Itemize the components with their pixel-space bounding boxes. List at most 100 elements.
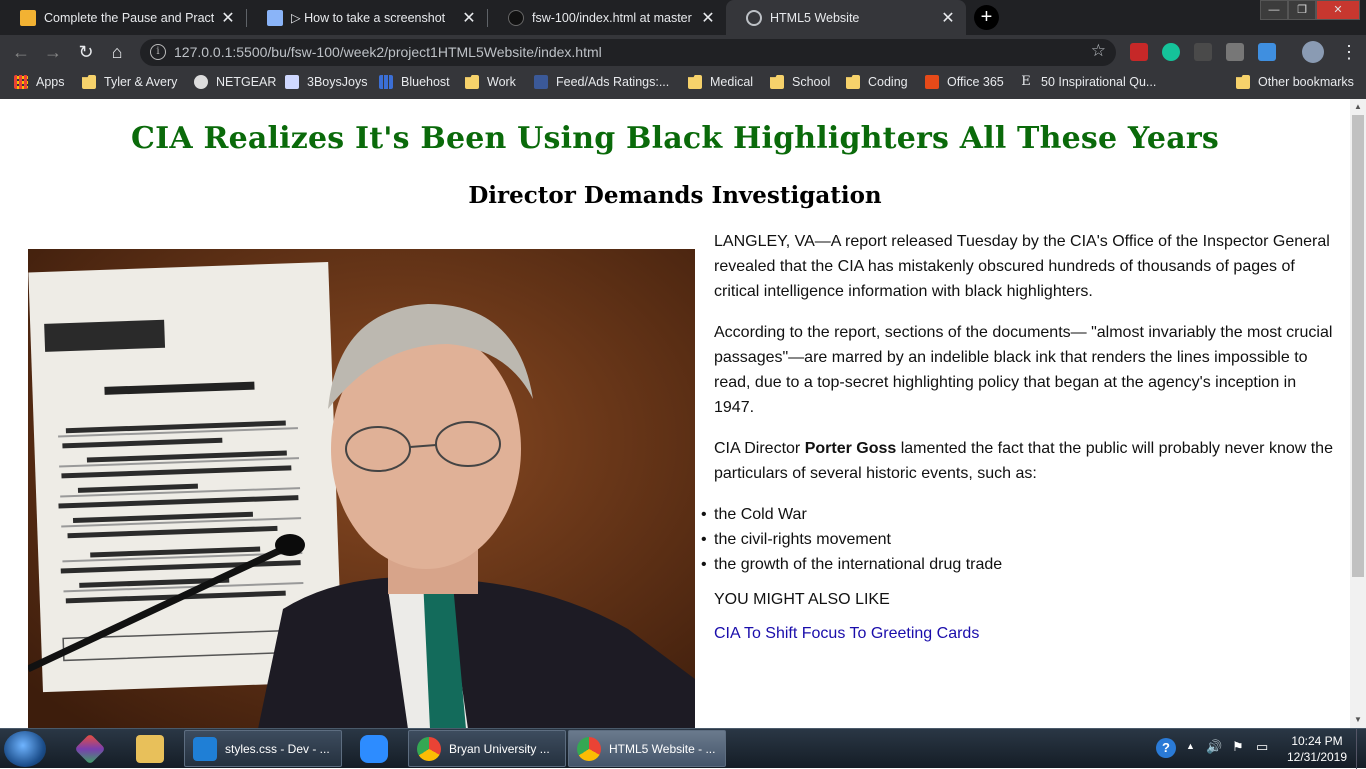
- action-center-flag-icon[interactable]: ⚑: [1232, 739, 1244, 755]
- bookmark-label: NETGEAR: [216, 75, 277, 89]
- menu-kebab-icon[interactable]: ⋮: [1340, 43, 1358, 61]
- tab-favicon-icon: [20, 9, 36, 26]
- tab-pause-practice[interactable]: Complete the Pause and Practice ✕: [0, 0, 246, 35]
- bookmark-tyler-avery[interactable]: Tyler & Avery: [82, 75, 177, 89]
- profile-avatar[interactable]: [1302, 41, 1324, 63]
- clock-date: 12/31/2019: [1286, 750, 1348, 764]
- bookmark-inspirational[interactable]: E 50 Inspirational Qu...: [1019, 74, 1156, 90]
- extension-grammarly-icon[interactable]: [1162, 43, 1180, 61]
- tab-title: ▷ How to take a screenshot: [291, 11, 446, 25]
- site-icon: [285, 75, 299, 89]
- list-item: the Cold War: [701, 502, 1340, 527]
- tab-strip: Complete the Pause and Practice ✕ ▷ How …: [0, 0, 1366, 35]
- browser-toolbar: ← → ↻ ⌂ i 127.0.0.1:5500/bu/fsw-100/week…: [0, 35, 1366, 69]
- extension-k-icon[interactable]: [1226, 43, 1244, 61]
- bookmark-apps[interactable]: Apps: [14, 75, 65, 89]
- facebook-icon: [534, 75, 548, 89]
- article-paragraph-3: CIA Director Porter Goss lamented the fa…: [714, 436, 1340, 486]
- bookmark-other[interactable]: Other bookmarks: [1236, 75, 1354, 89]
- help-icon[interactable]: ?: [1156, 738, 1176, 758]
- bookmark-bluehost[interactable]: Bluehost: [379, 75, 450, 89]
- article-body: LANGLEY, VA—A report released Tuesday by…: [701, 229, 1340, 646]
- minimize-button[interactable]: —: [1260, 0, 1288, 20]
- taskbar-task-chrome-bryan[interactable]: Bryan University ...: [408, 730, 566, 767]
- chrome-icon: [577, 736, 601, 761]
- bookmark-label: Office 365: [947, 75, 1004, 89]
- maximize-button[interactable]: ❐: [1288, 0, 1316, 20]
- volume-icon[interactable]: 🔊: [1206, 739, 1222, 755]
- extension-cloud-icon[interactable]: [1258, 43, 1276, 61]
- site-info-icon[interactable]: i: [150, 44, 166, 60]
- bookmark-3boysjoys[interactable]: 3BoysJoys: [285, 75, 367, 89]
- close-icon[interactable]: ✕: [461, 8, 477, 28]
- director-name: Porter Goss: [804, 440, 897, 457]
- scrollbar-thumb[interactable]: [1352, 115, 1364, 577]
- close-icon[interactable]: ✕: [220, 8, 236, 28]
- article-subhead: Director Demands Investigation: [468, 182, 882, 209]
- bookmark-work[interactable]: Work: [465, 75, 516, 89]
- bookmark-coding[interactable]: Coding: [846, 75, 908, 89]
- system-clock[interactable]: 10:24 PM 12/31/2019: [1284, 733, 1350, 765]
- folder-icon: [136, 735, 164, 763]
- show-desktop-button[interactable]: [1356, 729, 1366, 769]
- tab-screenshot[interactable]: ▷ How to take a screenshot ✕: [247, 0, 487, 35]
- network-icon[interactable]: ▭: [1256, 739, 1268, 755]
- close-icon[interactable]: ✕: [700, 8, 716, 28]
- start-button[interactable]: [4, 731, 46, 767]
- bookmark-star-icon[interactable]: ☆: [1091, 41, 1106, 61]
- zoom-icon: [360, 735, 388, 763]
- bookmark-label: Work: [487, 75, 516, 89]
- globe-icon: [194, 75, 208, 89]
- address-bar[interactable]: i 127.0.0.1:5500/bu/fsw-100/week2/projec…: [140, 39, 1116, 66]
- also-like-heading: YOU MIGHT ALSO LIKE: [714, 591, 890, 608]
- bookmark-feed-ads[interactable]: Feed/Ads Ratings:...: [534, 75, 669, 89]
- list-item: the growth of the international drug tra…: [701, 552, 1340, 577]
- bookmark-label: Apps: [36, 75, 65, 89]
- back-button[interactable]: ←: [10, 41, 32, 63]
- folder-icon: [1236, 75, 1250, 89]
- scroll-up-arrow-icon[interactable]: ▲: [1350, 99, 1366, 115]
- extension-w-icon[interactable]: [1194, 43, 1212, 61]
- article-photo: [28, 249, 695, 728]
- reload-button[interactable]: ↻: [75, 41, 97, 63]
- office-icon: [925, 75, 939, 89]
- tab-html5-website[interactable]: HTML5 Website ✕: [726, 0, 966, 35]
- bookmark-label: Other bookmarks: [1258, 75, 1354, 89]
- taskbar-task-vscode[interactable]: styles.css - Dev - ...: [184, 730, 342, 767]
- window-close-button[interactable]: ✕: [1316, 0, 1360, 20]
- tab-github[interactable]: fsw-100/index.html at master · sl ✕: [488, 0, 726, 35]
- bookmark-label: Coding: [868, 75, 908, 89]
- tab-title: Complete the Pause and Practice: [44, 10, 214, 25]
- apps-grid-icon: [14, 75, 28, 89]
- folder-icon: [465, 75, 479, 89]
- tray-expand-icon[interactable]: ▲: [1186, 741, 1195, 751]
- folder-icon: [82, 75, 96, 89]
- taskbar-pin-zoom[interactable]: [346, 731, 402, 767]
- taskbar-pin-git[interactable]: [62, 731, 118, 767]
- article-paragraph-1: LANGLEY, VA—A report released Tuesday by…: [714, 233, 1330, 300]
- taskbar-task-chrome-html5[interactable]: HTML5 Website - ...: [568, 730, 726, 767]
- grid-icon: [379, 75, 393, 89]
- close-icon[interactable]: ✕: [940, 8, 956, 28]
- folder-icon: [770, 75, 784, 89]
- bookmark-label: Feed/Ads Ratings:...: [556, 75, 670, 89]
- new-tab-button[interactable]: +: [974, 5, 999, 30]
- vscode-icon: [193, 736, 217, 761]
- home-button[interactable]: ⌂: [106, 41, 128, 63]
- bookmark-office365[interactable]: Office 365: [925, 75, 1004, 89]
- e-icon: E: [1021, 74, 1031, 89]
- git-icon: [74, 733, 106, 765]
- task-label: HTML5 Website - ...: [609, 741, 716, 756]
- bookmark-netgear[interactable]: NETGEAR: [194, 75, 276, 89]
- events-list: the Cold War the civil-rights movement t…: [701, 502, 1340, 577]
- forward-button[interactable]: →: [42, 41, 64, 63]
- taskbar-pin-explorer[interactable]: [122, 731, 178, 767]
- scroll-down-arrow-icon[interactable]: ▼: [1350, 712, 1366, 728]
- bookmark-school[interactable]: School: [770, 75, 830, 89]
- related-article-link[interactable]: CIA To Shift Focus To Greeting Cards: [714, 625, 979, 642]
- list-item: the civil-rights movement: [701, 527, 1340, 552]
- extension-pocket-icon[interactable]: [1130, 43, 1148, 61]
- bookmark-medical[interactable]: Medical: [688, 75, 753, 89]
- page-scrollbar[interactable]: ▲ ▼: [1350, 99, 1366, 728]
- url-text[interactable]: 127.0.0.1:5500/bu/fsw-100/week2/project1…: [174, 44, 602, 60]
